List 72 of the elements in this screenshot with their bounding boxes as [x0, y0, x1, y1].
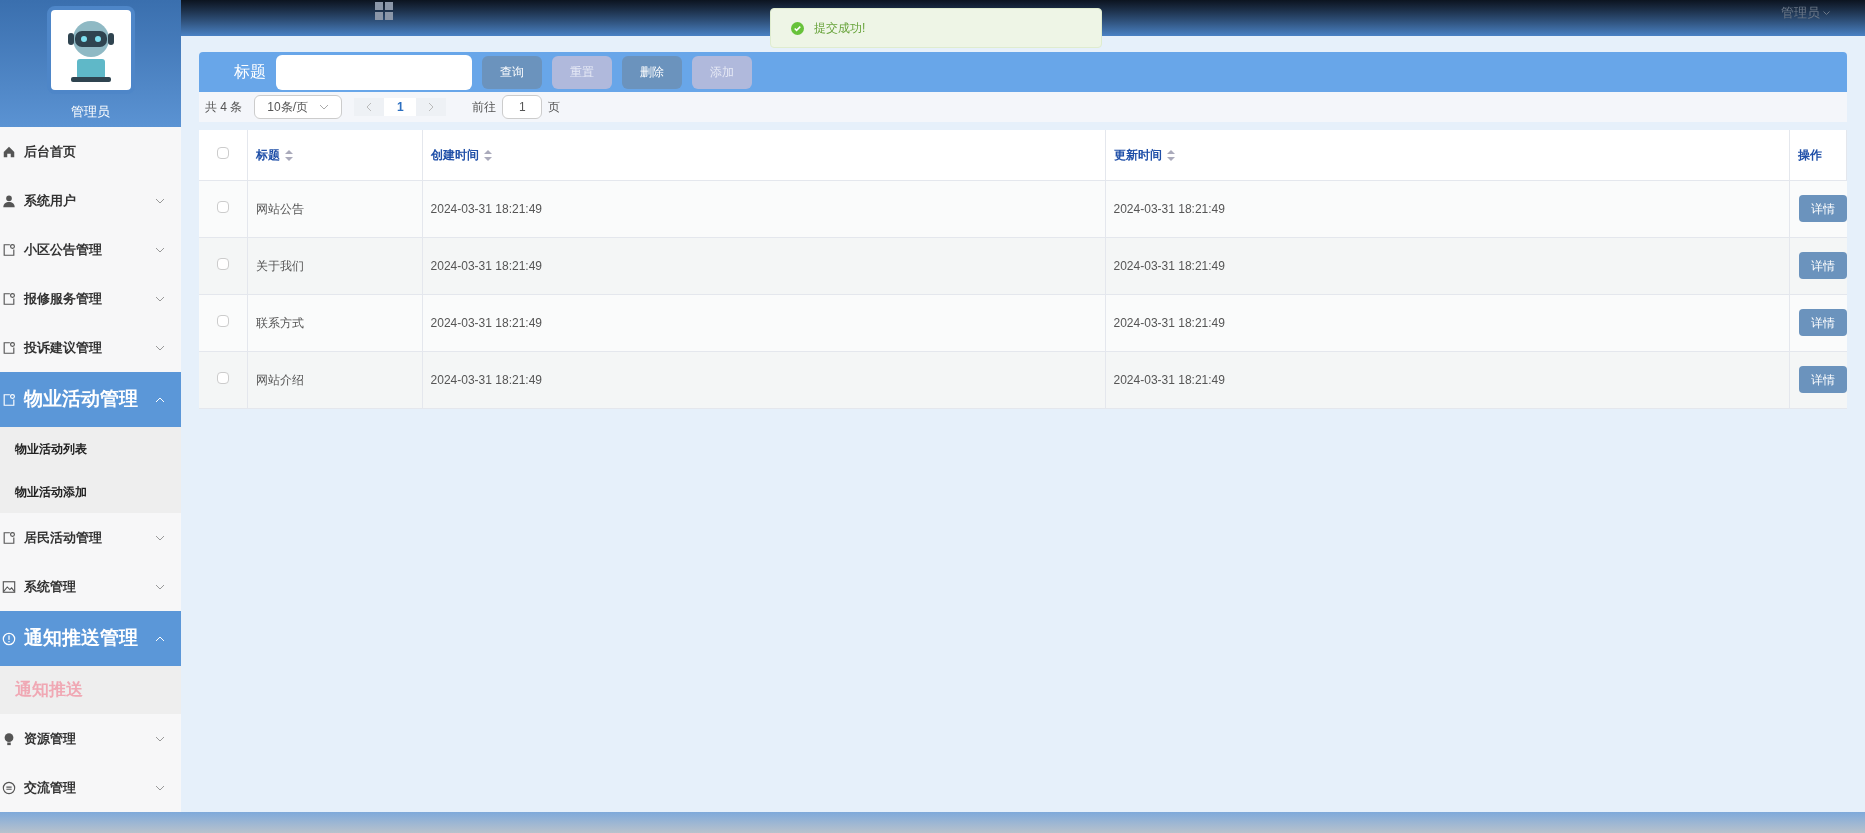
- goto-page-input[interactable]: 1: [502, 95, 543, 119]
- chevron-down-icon: [155, 534, 165, 541]
- alert-icon: [2, 631, 16, 646]
- document-icon: [2, 291, 16, 306]
- bulb-icon: [2, 731, 16, 746]
- table-cell: 2024-03-31 18:21:49: [430, 315, 542, 330]
- grid-icon[interactable]: [374, 1, 394, 21]
- home-icon: [2, 144, 16, 159]
- chevron-down-icon: [1823, 10, 1830, 15]
- menu-item[interactable]: 资源管理: [0, 714, 181, 763]
- document-icon: [2, 340, 16, 355]
- prev-page-icon[interactable]: [366, 102, 373, 112]
- chat-icon: [2, 780, 16, 795]
- next-page-icon[interactable]: [428, 102, 435, 112]
- select-all-checkbox[interactable]: [217, 146, 230, 159]
- menu-item[interactable]: 投诉建议管理: [0, 323, 181, 372]
- user-icon: [2, 193, 16, 208]
- sort-icon[interactable]: [483, 150, 492, 162]
- table-cell: 2024-03-31 18:21:49: [1113, 372, 1225, 387]
- chevron-down-icon: [155, 344, 165, 351]
- chevron-down-icon: [319, 104, 330, 110]
- row-checkbox[interactable]: [217, 257, 230, 270]
- table-cell: 2024-03-31 18:21:49: [1113, 201, 1225, 216]
- total-count: 共 4 条: [205, 99, 243, 116]
- page-number[interactable]: 1: [384, 98, 417, 116]
- sort-icon[interactable]: [1166, 150, 1175, 162]
- chevron-down-icon: [155, 784, 165, 791]
- chevron-down-icon: [155, 246, 165, 253]
- chevron-up-icon: [155, 396, 165, 403]
- search-label: 标题: [234, 62, 266, 82]
- toast-message: 提交成功!: [814, 20, 866, 37]
- menu-item[interactable]: 居民活动管理: [0, 513, 181, 562]
- document-icon: [2, 392, 16, 407]
- chevron-down-icon: [155, 735, 165, 742]
- success-icon: [791, 21, 804, 35]
- column-header[interactable]: 操作: [1797, 147, 1822, 162]
- table-cell: 关于我们: [256, 258, 305, 273]
- table-cell: 2024-03-31 18:21:49: [430, 201, 542, 216]
- table-cell: 网站介绍: [256, 372, 305, 387]
- row-checkbox[interactable]: [217, 314, 230, 327]
- column-header[interactable]: 更新时间: [1113, 147, 1162, 162]
- goto-suffix: 页: [548, 99, 561, 116]
- document-icon: [2, 530, 16, 545]
- menu-item[interactable]: 系统用户: [0, 176, 181, 225]
- column-header[interactable]: 标题: [256, 147, 281, 162]
- title-input[interactable]: [276, 54, 472, 90]
- table-cell: 2024-03-31 18:21:49: [430, 372, 542, 387]
- submenu-item[interactable]: 物业活动列表: [0, 427, 181, 470]
- menu-item[interactable]: 报修服务管理: [0, 274, 181, 323]
- submenu-item[interactable]: 物业活动添加: [0, 470, 181, 513]
- chevron-down-icon: [155, 295, 165, 302]
- chevron-down-icon: [155, 197, 165, 204]
- image-icon: [2, 579, 16, 594]
- page-size-select[interactable]: 10条/页: [254, 95, 343, 119]
- menu-item[interactable]: 系统管理: [0, 562, 181, 611]
- table-cell: 2024-03-31 18:21:49: [1113, 315, 1225, 330]
- row-checkbox[interactable]: [217, 371, 230, 384]
- goto-label: 前往: [472, 99, 497, 116]
- sort-icon[interactable]: [285, 150, 294, 162]
- chevron-down-icon: [155, 583, 165, 590]
- row-checkbox[interactable]: [217, 200, 230, 213]
- column-header[interactable]: 创建时间: [430, 147, 479, 162]
- table-cell: 2024-03-31 18:21:49: [430, 258, 542, 273]
- table-cell: 网站公告: [256, 201, 305, 216]
- table-cell: 联系方式: [256, 315, 305, 330]
- menu-item[interactable]: 交流管理: [0, 763, 181, 812]
- document-icon: [2, 242, 16, 257]
- menu-item[interactable]: 后台首页: [0, 127, 181, 176]
- profile-name: 管理员: [71, 103, 110, 121]
- menu-item[interactable]: 小区公告管理: [0, 225, 181, 274]
- table-cell: 2024-03-31 18:21:49: [1113, 258, 1225, 273]
- chevron-up-icon: [155, 635, 165, 642]
